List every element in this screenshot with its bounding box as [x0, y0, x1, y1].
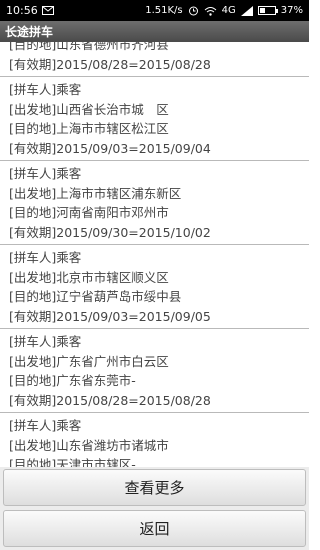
list-item-line: [出发地]北京市市辖区顺义区: [9, 269, 169, 285]
button-area: 查看更多 返回: [0, 467, 309, 550]
list-item[interactable]: [拼车人]乘客 [出发地]山西省长治市城 区 [目的地]上海市市辖区松江区 [有效期]…: [0, 77, 309, 161]
list-item-line: [有效期]2015/09/03=2015/09/04: [9, 140, 211, 156]
list-item-line: [目的地]天津市市辖区-: [9, 457, 136, 467]
list-item-line: [拼车人]乘客: [9, 166, 82, 181]
list-item-line: [目的地]上海市市辖区松江区: [9, 121, 169, 136]
carpool-list[interactable]: [目的地]山东省德州市齐河县 [有效期]2015/08/28=2015/08/28…: [0, 35, 309, 467]
list-item-line: [有效期]2015/09/03=2015/09/05: [9, 308, 211, 324]
list-item-line: [有效期]2015/08/28=2015/08/28: [9, 392, 211, 408]
list-item[interactable]: [拼车人]乘客 [出发地]北京市市辖区顺义区 [目的地]辽宁省葫芦岛市绥中县 [有效期…: [0, 245, 309, 329]
list-item[interactable]: [拼车人]乘客 [出发地]上海市市辖区浦东新区 [目的地]河南省南阳市邓州市 [有效期…: [0, 161, 309, 245]
list-item-line: [拼车人]乘客: [9, 418, 82, 433]
list-item[interactable]: [拼车人]乘客 [出发地]广东省广州市白云区 [目的地]广东省东莞市- [有效期]20…: [0, 329, 309, 413]
status-time: 10:56: [6, 4, 38, 17]
network-type: 4G: [221, 5, 236, 16]
title-bar: 长途拼车: [0, 21, 309, 42]
list-item-line: [目的地]广东省东莞市-: [9, 373, 136, 388]
network-speed: 1.51K/s: [145, 5, 183, 16]
battery-level: [259, 8, 265, 13]
back-button[interactable]: 返回: [3, 510, 306, 547]
list-item-line: [目的地]河南省南阳市邓州市: [9, 205, 169, 220]
list-item-line: [拼车人]乘客: [9, 334, 82, 349]
list-item-line: [拼车人]乘客: [9, 82, 82, 97]
mail-icon: [41, 6, 54, 15]
list-item-line: [出发地]山东省潍坊市诸城市: [9, 437, 169, 453]
battery-icon: [257, 6, 278, 15]
list-item-line: [拼车人]乘客: [9, 250, 82, 265]
list-item-line: [目的地]辽宁省葫芦岛市绥中县: [9, 289, 182, 304]
list-item-line: [出发地]山西省长治市城 区: [9, 101, 169, 117]
list-item-line: [出发地]上海市市辖区浦东新区: [9, 185, 182, 201]
list-item-line: [有效期]2015/08/28=2015/08/28: [9, 56, 211, 72]
alarm-icon: [188, 5, 199, 16]
page-title: 长途拼车: [5, 25, 54, 39]
list-item[interactable]: [拼车人]乘客[出发地]山东省潍坊市诸城市[目的地]天津市市辖区-[有效期]20…: [0, 413, 309, 467]
view-more-button[interactable]: 查看更多: [3, 469, 306, 506]
status-bar: 10:56 1.51K/s 4G 37%: [0, 0, 309, 21]
wifi-icon: [204, 6, 217, 16]
signal-icon: [240, 5, 253, 16]
list-item-line: [有效期]2015/09/30=2015/10/02: [9, 224, 211, 240]
battery-percent: 37%: [280, 5, 303, 16]
list-item-line: [出发地]广东省广州市白云区: [9, 353, 169, 369]
